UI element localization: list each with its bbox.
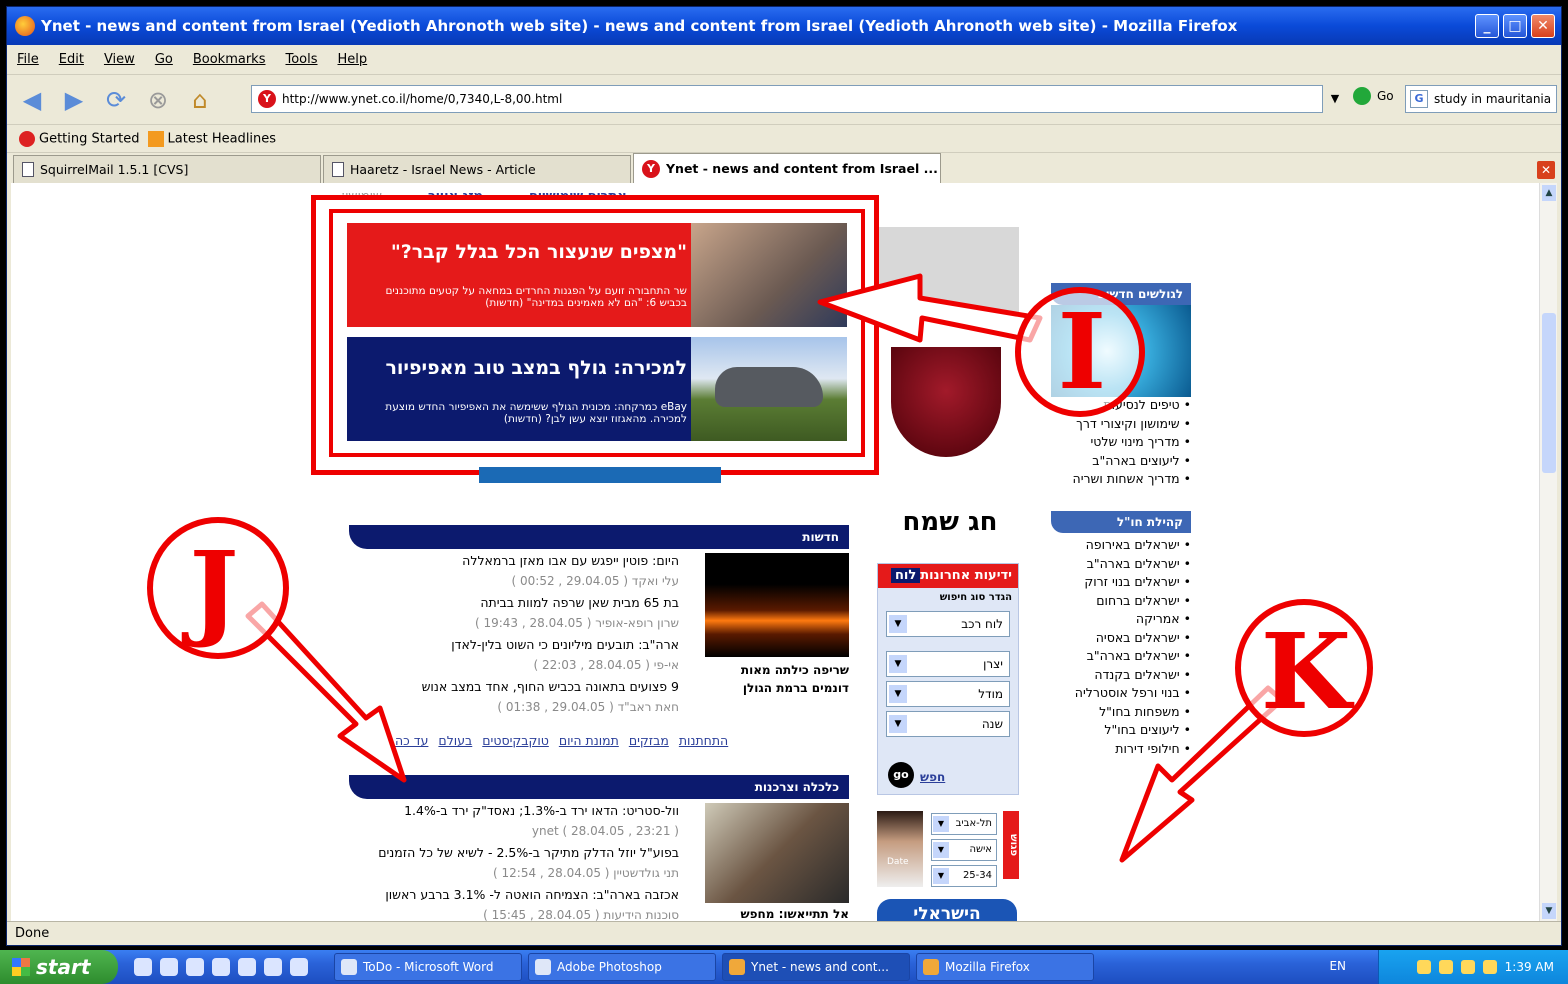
clock[interactable]: 1:39 AM <box>1505 960 1554 974</box>
tray-icon[interactable] <box>1482 960 1497 974</box>
system-tray: 1:39 AM <box>1378 950 1568 984</box>
quicklaunch-icon[interactable] <box>238 958 256 976</box>
tray-icon[interactable] <box>1460 960 1475 974</box>
annotation-overlay: I J K <box>147 273 1373 863</box>
task-ynet[interactable]: Ynet - news and cont... <box>722 953 910 981</box>
taskbar: start ToDo - Microsoft Word Adobe Photos… <box>0 950 1568 984</box>
firefox-icon <box>923 959 939 975</box>
arrow-i-pointer <box>817 273 1043 343</box>
tray-icon[interactable] <box>1416 960 1431 974</box>
tray-icon[interactable] <box>1438 960 1453 974</box>
task-photoshop[interactable]: Adobe Photoshop <box>528 953 716 981</box>
quicklaunch-icon[interactable] <box>186 958 204 976</box>
word-icon <box>341 959 357 975</box>
quicklaunch-icon[interactable] <box>160 958 178 976</box>
annotation-i-label: I <box>1058 290 1107 413</box>
task-firefox[interactable]: Mozilla Firefox <box>916 953 1094 981</box>
quicklaunch-icon[interactable] <box>212 958 230 976</box>
quicklaunch-icon[interactable] <box>134 958 152 976</box>
photoshop-icon <box>535 959 551 975</box>
firefox-icon <box>729 959 745 975</box>
annotation-j-label: J <box>181 528 238 651</box>
start-button[interactable]: start <box>0 950 118 984</box>
quicklaunch-icon[interactable] <box>290 958 308 976</box>
annotation-k-label: K <box>1261 610 1355 733</box>
language-indicator[interactable]: EN <box>1329 959 1346 973</box>
windows-logo-icon <box>12 958 30 976</box>
quick-launch <box>134 958 308 976</box>
task-word[interactable]: ToDo - Microsoft Word <box>334 953 522 981</box>
quicklaunch-icon[interactable] <box>264 958 282 976</box>
